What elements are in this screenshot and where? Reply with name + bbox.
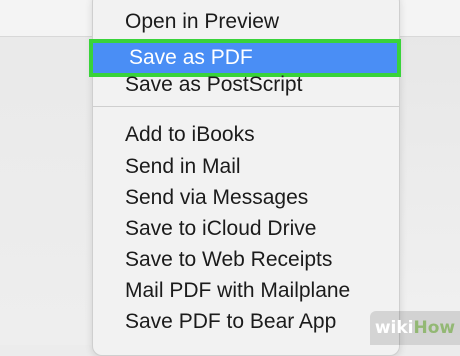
menu-item-send-in-mail[interactable]: Send in Mail [93, 151, 399, 183]
wikihow-watermark: wikiHow [370, 311, 460, 345]
menu-separator [93, 106, 399, 107]
pdf-dropdown-menu: Open in Preview Save as PDF Save as Post… [89, 0, 401, 356]
menu-item-save-as-postscript[interactable]: Save as PostScript [93, 69, 399, 101]
watermark-wiki-text: wiki [374, 318, 414, 338]
menu-item-open-in-preview[interactable]: Open in Preview [93, 6, 399, 38]
menu-item-save-pdf-to-bear-app[interactable]: Save PDF to Bear App [93, 306, 399, 338]
menu-item-save-to-icloud-drive[interactable]: Save to iCloud Drive [93, 213, 399, 245]
menu-item-send-via-messages[interactable]: Send via Messages [93, 182, 399, 214]
background-left [0, 0, 92, 345]
background-right [398, 0, 460, 345]
menu-item-mail-pdf-with-mailplane[interactable]: Mail PDF with Mailplane [93, 275, 399, 307]
menu-item-save-to-web-receipts[interactable]: Save to Web Receipts [93, 244, 399, 276]
watermark-how-text: How [413, 318, 456, 338]
menu-item-add-to-ibooks[interactable]: Add to iBooks [93, 119, 399, 151]
